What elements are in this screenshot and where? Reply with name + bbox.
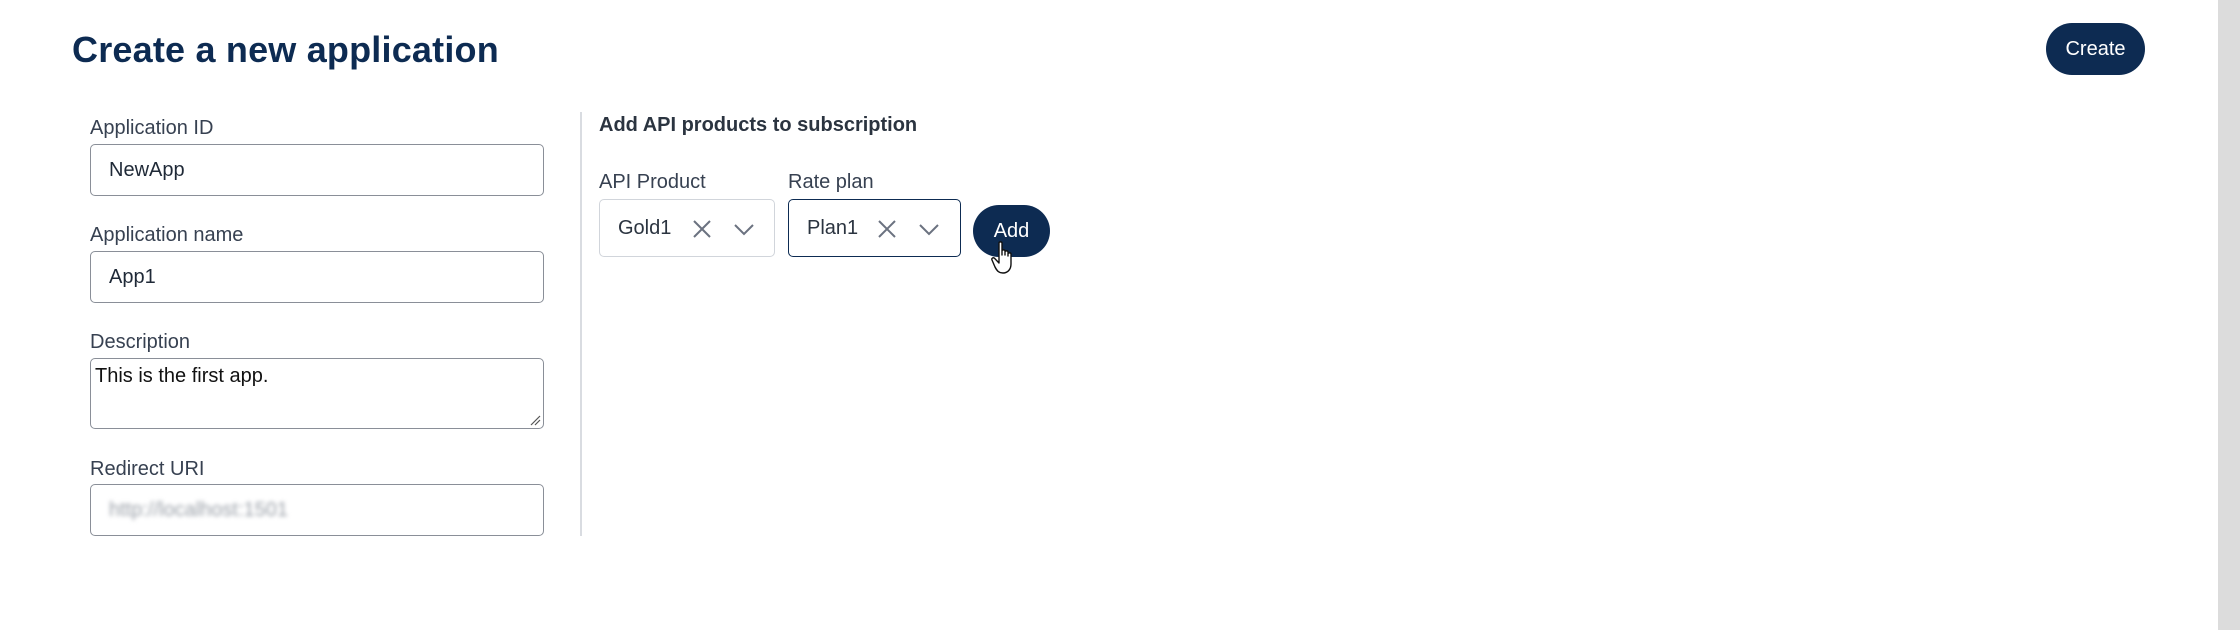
close-icon[interactable] — [691, 218, 713, 240]
application-id-value: NewApp — [109, 158, 185, 181]
description-textarea[interactable]: This is the first app. — [90, 358, 544, 429]
resize-grip-icon[interactable] — [529, 414, 541, 426]
application-id-input[interactable]: NewApp — [90, 144, 544, 196]
vertical-scrollbar[interactable] — [2218, 0, 2240, 630]
api-product-label: API Product — [599, 171, 706, 193]
api-product-value: Gold1 — [618, 216, 672, 239]
application-name-input[interactable]: App1 — [90, 251, 544, 303]
create-application-page: Create a new application Create Applicat… — [0, 0, 2240, 630]
application-name-value: App1 — [109, 265, 156, 288]
redirect-uri-label: Redirect URI — [90, 458, 205, 480]
create-button[interactable]: Create — [2046, 23, 2145, 75]
description-value: This is the first app. — [95, 365, 269, 387]
rate-plan-label: Rate plan — [788, 171, 874, 193]
rate-plan-select[interactable]: Plan1 — [788, 199, 961, 257]
close-icon[interactable] — [876, 218, 898, 240]
redirect-uri-value: http://localhost:1501 — [109, 498, 289, 521]
subscription-section-title: Add API products to subscription — [599, 114, 918, 136]
chevron-down-icon[interactable] — [918, 218, 940, 240]
application-name-label: Application name — [90, 224, 244, 246]
chevron-down-icon[interactable] — [733, 218, 755, 240]
column-divider — [580, 112, 582, 536]
application-id-label: Application ID — [90, 117, 214, 139]
api-product-select[interactable]: Gold1 — [599, 199, 775, 257]
rate-plan-value: Plan1 — [807, 216, 859, 239]
redirect-uri-input[interactable]: http://localhost:1501 — [90, 484, 544, 536]
description-label: Description — [90, 331, 191, 353]
page-title: Create a new application — [72, 29, 499, 70]
hand-pointer-icon — [991, 241, 1012, 274]
